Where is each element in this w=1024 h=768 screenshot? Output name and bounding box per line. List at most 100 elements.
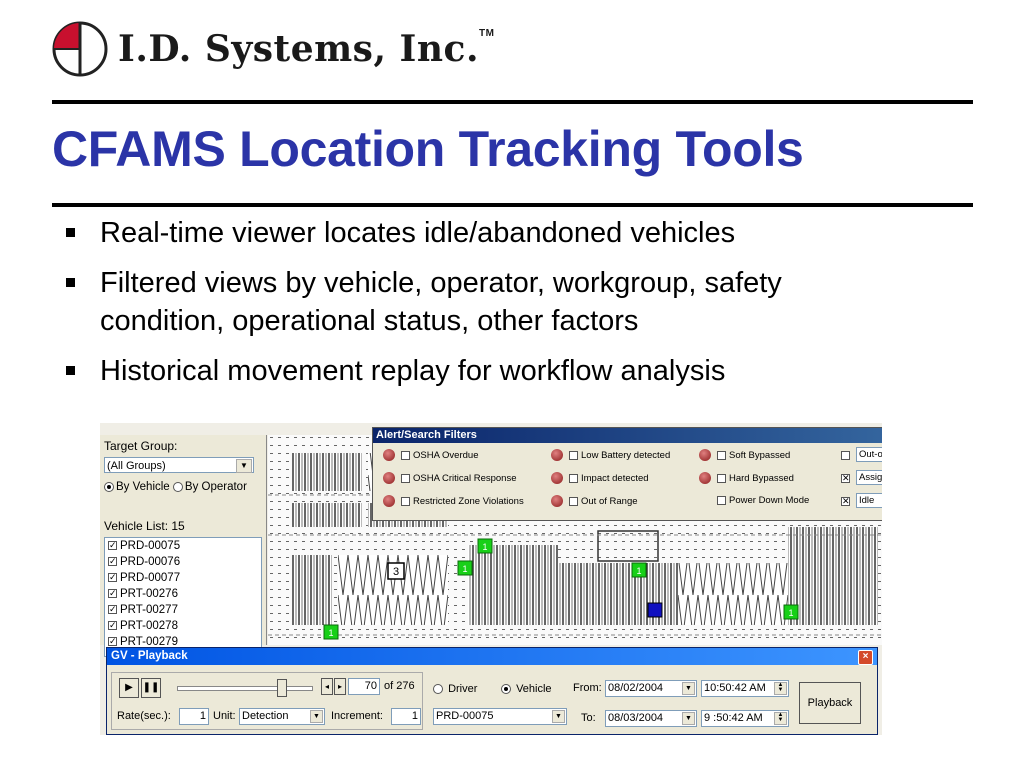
list-item[interactable]: ✓ PRT-00277	[105, 602, 261, 618]
zone-marker[interactable]: 3	[387, 562, 405, 580]
target-group-label: Target Group:	[104, 439, 178, 453]
rate-label: Rate(sec.):	[117, 710, 171, 722]
alert-light-icon	[699, 472, 711, 484]
checkbox[interactable]: ✓	[108, 605, 117, 615]
chevron-down-icon[interactable]: ▼	[682, 682, 695, 695]
driver-radio[interactable]	[433, 684, 443, 695]
list-item[interactable]: ✓ PRD-00077	[105, 570, 261, 586]
checkbox[interactable]	[401, 496, 410, 506]
status-select[interactable]: Assigned▼	[856, 470, 882, 485]
close-icon[interactable]: ×	[858, 650, 873, 665]
checkbox[interactable]: ✓	[108, 573, 117, 583]
playback-button[interactable]: Playback	[799, 682, 861, 724]
increment-input[interactable]: 1	[391, 708, 421, 725]
checkbox[interactable]	[717, 450, 726, 460]
vehicle-option[interactable]: Vehicle	[501, 683, 552, 695]
step-forward-button[interactable]: ▸	[334, 678, 346, 695]
top-rule	[52, 100, 973, 104]
to-time-input[interactable]: 9 :50:42 AM ▲ ▼	[701, 710, 789, 727]
checkbox[interactable]: ✓	[108, 589, 117, 599]
company-logo: I.D. Systems, Inc.TM	[52, 18, 494, 80]
checkbox[interactable]	[569, 496, 578, 506]
filter-power-down[interactable]: Power Down Mode	[717, 495, 809, 506]
list-item[interactable]: ✓ PRD-00076	[105, 554, 261, 570]
list-item[interactable]: ✓ PRD-00075	[105, 538, 261, 554]
vehicle-marker[interactable]: 1	[477, 538, 493, 554]
status-checkbox[interactable]	[841, 451, 850, 460]
to-date-select[interactable]: 08/03/2004 ▼	[605, 710, 697, 727]
vehicle-radio[interactable]	[501, 684, 511, 695]
playback-slider-thumb[interactable]	[277, 679, 287, 697]
filter-out-of-range[interactable]: Out of Range	[551, 495, 638, 507]
vehicle-marker[interactable]: 1	[457, 560, 473, 576]
list-item[interactable]: ✓ PRT-00276	[105, 586, 261, 602]
checkbox[interactable]	[401, 473, 410, 483]
status-checkbox[interactable]: ✕	[841, 497, 850, 506]
vehicle-marker[interactable]: 1	[783, 604, 799, 620]
by-vehicle-radio[interactable]	[104, 481, 114, 492]
spinner-icon[interactable]: ▲ ▼	[774, 712, 787, 725]
vehicle-select[interactable]: PRD-00075 ▼	[433, 708, 567, 725]
driver-option[interactable]: Driver	[433, 683, 477, 695]
play-icon: ▶	[125, 682, 133, 693]
filter-restricted-zone[interactable]: Restricted Zone Violations	[383, 495, 524, 507]
step-back-button[interactable]: ◂	[321, 678, 333, 695]
checkbox[interactable]	[569, 473, 578, 483]
chevron-down-icon[interactable]: ▼	[682, 712, 695, 725]
filter-soft-bypassed[interactable]: Soft Bypassed	[699, 449, 790, 461]
increment-label: Increment:	[331, 710, 383, 722]
checkbox[interactable]: ✓	[108, 637, 117, 647]
checkbox[interactable]	[717, 496, 726, 505]
rate-input[interactable]: 1	[179, 708, 209, 725]
vehicle-list: ✓ PRD-00075 ✓ PRD-00076 ✓ PRD-00077 ✓ PRT-00…	[104, 537, 262, 657]
checkbox[interactable]	[569, 450, 578, 460]
filter-low-battery[interactable]: Low Battery detected	[551, 449, 670, 461]
vehicle-marker-selected[interactable]	[647, 602, 663, 618]
alert-light-icon	[383, 472, 395, 484]
logo-text: I.D. Systems, Inc.TM	[118, 28, 495, 70]
status-select[interactable]: Out-of-Service▼	[856, 447, 882, 462]
target-group-select[interactable]: (All Groups) ▼	[104, 457, 254, 473]
by-operator-radio[interactable]	[172, 481, 183, 492]
app-screenshot: Target Group: (All Groups) ▼ By Vehicle …	[100, 423, 882, 735]
checkbox[interactable]: ✓	[108, 541, 117, 551]
chevron-down-icon[interactable]: ▼	[310, 710, 323, 723]
filter-row: OSHA Critical Response Impact detected H…	[373, 468, 882, 490]
window-title: GV - Playback ×	[107, 648, 877, 665]
logo-mark-icon	[52, 21, 108, 77]
filter-impact-detected[interactable]: Impact detected	[551, 472, 649, 484]
checkbox[interactable]: ✓	[108, 621, 117, 631]
unit-label: Unit:	[213, 710, 236, 722]
status-select[interactable]: Idle▼	[856, 493, 882, 508]
alert-light-icon	[699, 449, 711, 461]
checkbox[interactable]: ✓	[108, 557, 117, 567]
bullet-square-icon	[66, 366, 75, 375]
pause-button[interactable]: ❚❚	[141, 678, 161, 698]
chevron-down-icon[interactable]: ▼	[236, 459, 252, 473]
filter-row: OSHA Overdue Low Battery detected Soft B…	[373, 445, 882, 467]
filter-hard-bypassed[interactable]: Hard Bypassed	[699, 472, 794, 484]
playback-window: GV - Playback × ▶ ❚❚ ◂ ▸ 70 of 276 Rate(…	[106, 647, 878, 735]
alert-light-icon	[383, 449, 395, 461]
checkbox[interactable]	[717, 473, 726, 483]
chevron-down-icon[interactable]: ▼	[552, 710, 565, 723]
alert-light-icon	[551, 449, 563, 461]
list-item[interactable]: ✓ PRT-00278	[105, 618, 261, 634]
position-input[interactable]: 70	[348, 678, 380, 695]
from-date-select[interactable]: 08/02/2004 ▼	[605, 680, 697, 697]
svg-text:1: 1	[328, 628, 333, 638]
status-checkbox[interactable]: ✕	[841, 474, 850, 483]
bullet-list: Real-time viewer locates idle/abandoned …	[60, 214, 980, 402]
play-button[interactable]: ▶	[119, 678, 139, 698]
svg-text:1: 1	[636, 566, 641, 576]
from-time-input[interactable]: 10:50:42 AM ▲ ▼	[701, 680, 789, 697]
unit-select[interactable]: Detection ▼	[239, 708, 325, 725]
checkbox[interactable]	[401, 450, 410, 460]
vehicle-marker[interactable]: 1	[323, 624, 339, 640]
vehicle-marker[interactable]: 1	[631, 562, 647, 578]
svg-text:1: 1	[462, 564, 467, 574]
filter-osha-critical[interactable]: OSHA Critical Response	[383, 472, 516, 484]
playback-slider-track[interactable]	[177, 686, 313, 691]
spinner-icon[interactable]: ▲ ▼	[774, 682, 787, 695]
filter-osha-overdue[interactable]: OSHA Overdue	[383, 449, 478, 461]
